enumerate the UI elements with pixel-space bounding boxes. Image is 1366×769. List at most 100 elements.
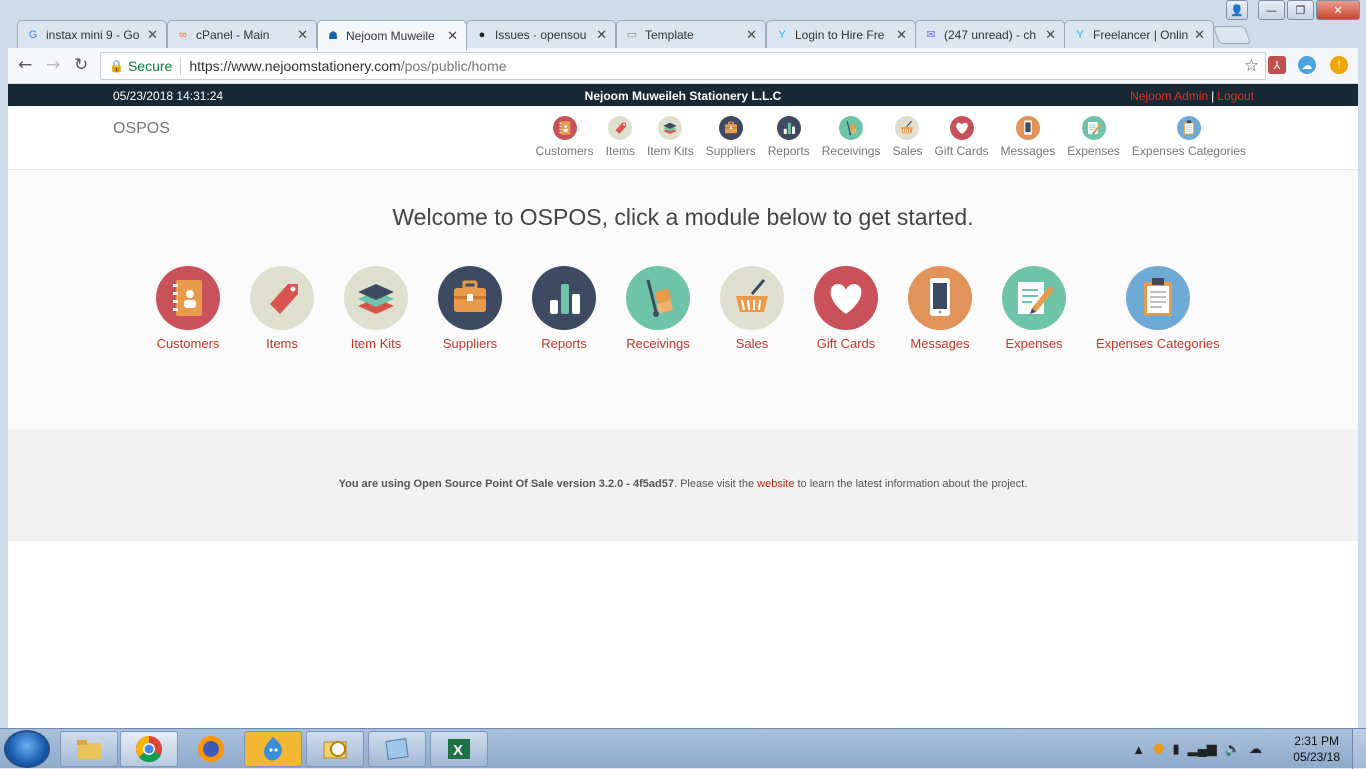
browser-tab[interactable]: ☗ Nejoom Muweile ✕ xyxy=(317,20,467,50)
hand-truck-icon xyxy=(626,266,690,330)
notepad-pencil-icon xyxy=(1002,266,1066,330)
battery-icon[interactable]: ▮ xyxy=(1172,741,1179,757)
system-clock[interactable]: 2:31 PM 05/23/18 xyxy=(1293,733,1340,765)
nav-messages[interactable]: Messages xyxy=(995,116,1062,158)
nav-label: Suppliers xyxy=(705,144,756,158)
module-label: Expenses xyxy=(1005,336,1063,351)
nav-expenses[interactable]: Expenses xyxy=(1061,116,1126,158)
tab-title: Issues · opensou xyxy=(495,27,587,42)
module-messages[interactable]: Messages xyxy=(908,266,972,351)
module-customers[interactable]: Customers xyxy=(156,266,220,351)
url-host: https://www.nejoomstationery.com xyxy=(189,58,401,74)
tab-close-icon[interactable]: ✕ xyxy=(297,27,308,43)
nav-reports[interactable]: Reports xyxy=(762,116,816,158)
reload-button[interactable]: ↻ xyxy=(74,55,88,75)
notepad-icon xyxy=(385,738,409,760)
module-sales[interactable]: Sales xyxy=(720,266,784,351)
nav-gift-cards[interactable]: Gift Cards xyxy=(929,116,995,158)
tab-close-icon[interactable]: ✕ xyxy=(1045,27,1056,43)
volume-icon[interactable]: 🔊 xyxy=(1225,741,1241,757)
module-label: Receivings xyxy=(626,336,690,351)
address-bar[interactable]: 🔒 Secure https://www.nejoomstationery.co… xyxy=(100,52,1266,80)
show-hidden-icons[interactable]: ▲ xyxy=(1132,742,1145,757)
tab-favicon-icon: Y xyxy=(1076,28,1084,41)
user-icon[interactable]: 👤 xyxy=(1226,0,1248,20)
tab-close-icon[interactable]: ✕ xyxy=(896,27,907,43)
bar-chart-icon xyxy=(532,266,596,330)
tab-close-icon[interactable]: ✕ xyxy=(746,27,757,43)
nav-customers[interactable]: Customers xyxy=(530,116,600,158)
maximize-button[interactable]: ❐ xyxy=(1287,0,1314,20)
nav-items[interactable]: Items xyxy=(600,116,641,158)
tab-favicon-icon: ∞ xyxy=(179,28,187,41)
web-page: 05/23/2018 14:31:24 Nejoom Muweileh Stat… xyxy=(8,84,1358,728)
module-item-kits[interactable]: Item Kits xyxy=(344,266,408,351)
upload-cloud-icon[interactable]: ☁ xyxy=(1249,741,1262,757)
show-desktop-button[interactable] xyxy=(1352,729,1366,769)
brand-logo[interactable]: OSPOS xyxy=(113,120,170,138)
module-expenses[interactable]: Expenses xyxy=(1002,266,1066,351)
module-reports[interactable]: Reports xyxy=(532,266,596,351)
tab-close-icon[interactable]: ✕ xyxy=(596,27,607,43)
bar-chart-icon xyxy=(776,116,801,140)
hand-truck-icon xyxy=(839,116,864,140)
forward-button[interactable]: → xyxy=(46,55,60,75)
signal-icon[interactable]: ▂▄▆ xyxy=(1188,741,1217,757)
user-link[interactable]: Nejoom Admin xyxy=(1130,89,1208,103)
browser-tab[interactable]: Ginstax mini 9 - Go ✕ xyxy=(17,20,167,48)
nav-suppliers[interactable]: Suppliers xyxy=(700,116,762,158)
outlook-taskbar-button[interactable] xyxy=(306,731,364,767)
pdf-extension-icon[interactable]: ⅄ xyxy=(1268,56,1286,74)
nav-expenses-categories[interactable]: Expenses Categories xyxy=(1126,116,1252,158)
module-label: Sales xyxy=(735,336,769,351)
logout-link[interactable]: Logout xyxy=(1217,89,1254,103)
browser-tab[interactable]: ∞ cPanel - Main ✕ xyxy=(167,20,317,48)
firefox-taskbar-button[interactable] xyxy=(182,731,240,767)
minimize-button[interactable]: — xyxy=(1258,0,1285,20)
module-suppliers[interactable]: Suppliers xyxy=(438,266,502,351)
website-link[interactable]: website xyxy=(757,478,794,490)
nav-sales[interactable]: Sales xyxy=(886,116,928,158)
secure-label: Secure xyxy=(127,58,173,74)
module-receivings[interactable]: Receivings xyxy=(626,266,690,351)
cloud-extension-icon[interactable]: ☁ xyxy=(1298,56,1316,74)
close-button[interactable]: ✕ xyxy=(1316,0,1360,20)
browser-tab[interactable]: ● Issues · opensou ✕ xyxy=(466,20,616,48)
bookmark-star-icon[interactable]: ☆ xyxy=(1244,56,1259,76)
tray-app-icon[interactable]: ⬣ xyxy=(1153,741,1164,757)
footer-post-link: to learn the latest information about th… xyxy=(794,478,1028,490)
back-button[interactable]: ← xyxy=(18,55,32,75)
nav-label: Expenses xyxy=(1067,144,1120,158)
pidgin-taskbar-button[interactable] xyxy=(244,731,302,767)
tab-close-icon[interactable]: ✕ xyxy=(147,27,158,43)
nav-label: Item Kits xyxy=(647,144,694,158)
browser-tab[interactable]: ✉ (247 unread) - ch ✕ xyxy=(915,20,1065,48)
alert-extension-icon[interactable]: ! xyxy=(1330,56,1348,74)
tab-title: Template xyxy=(645,27,694,42)
heart-icon xyxy=(949,116,974,140)
browser-tab[interactable]: ▭ Template ✕ xyxy=(616,20,766,48)
browser-tab[interactable]: Y Freelancer | Onlin ✕ xyxy=(1064,20,1214,48)
tab-close-icon[interactable]: ✕ xyxy=(1194,27,1205,43)
lock-icon: 🔒 xyxy=(109,59,124,73)
browser-tab[interactable]: Y Login to Hire Fre ✕ xyxy=(766,20,916,48)
nav-item-kits[interactable]: Item Kits xyxy=(641,116,700,158)
module-gift-cards[interactable]: Gift Cards xyxy=(814,266,878,351)
layers-icon xyxy=(344,266,408,330)
notepad-taskbar-button[interactable] xyxy=(368,731,426,767)
module-label: Suppliers xyxy=(442,336,498,351)
tab-favicon-icon: Y xyxy=(778,28,786,41)
chrome-taskbar-button[interactable] xyxy=(120,731,178,767)
module-items[interactable]: Items xyxy=(250,266,314,351)
tab-close-icon[interactable]: ✕ xyxy=(447,28,458,44)
explorer-taskbar-button[interactable] xyxy=(60,731,118,767)
excel-taskbar-button[interactable]: X xyxy=(430,731,488,767)
new-tab-button[interactable] xyxy=(1212,26,1252,44)
tab-favicon-icon: ▭ xyxy=(626,29,638,41)
clock-date: 05/23/18 xyxy=(1293,750,1340,764)
start-button[interactable] xyxy=(4,730,50,768)
module-expenses-categories[interactable]: Expenses Categories xyxy=(1096,266,1220,351)
module-label: Reports xyxy=(541,336,587,351)
clipboard-icon xyxy=(1176,116,1201,140)
nav-receivings[interactable]: Receivings xyxy=(816,116,887,158)
